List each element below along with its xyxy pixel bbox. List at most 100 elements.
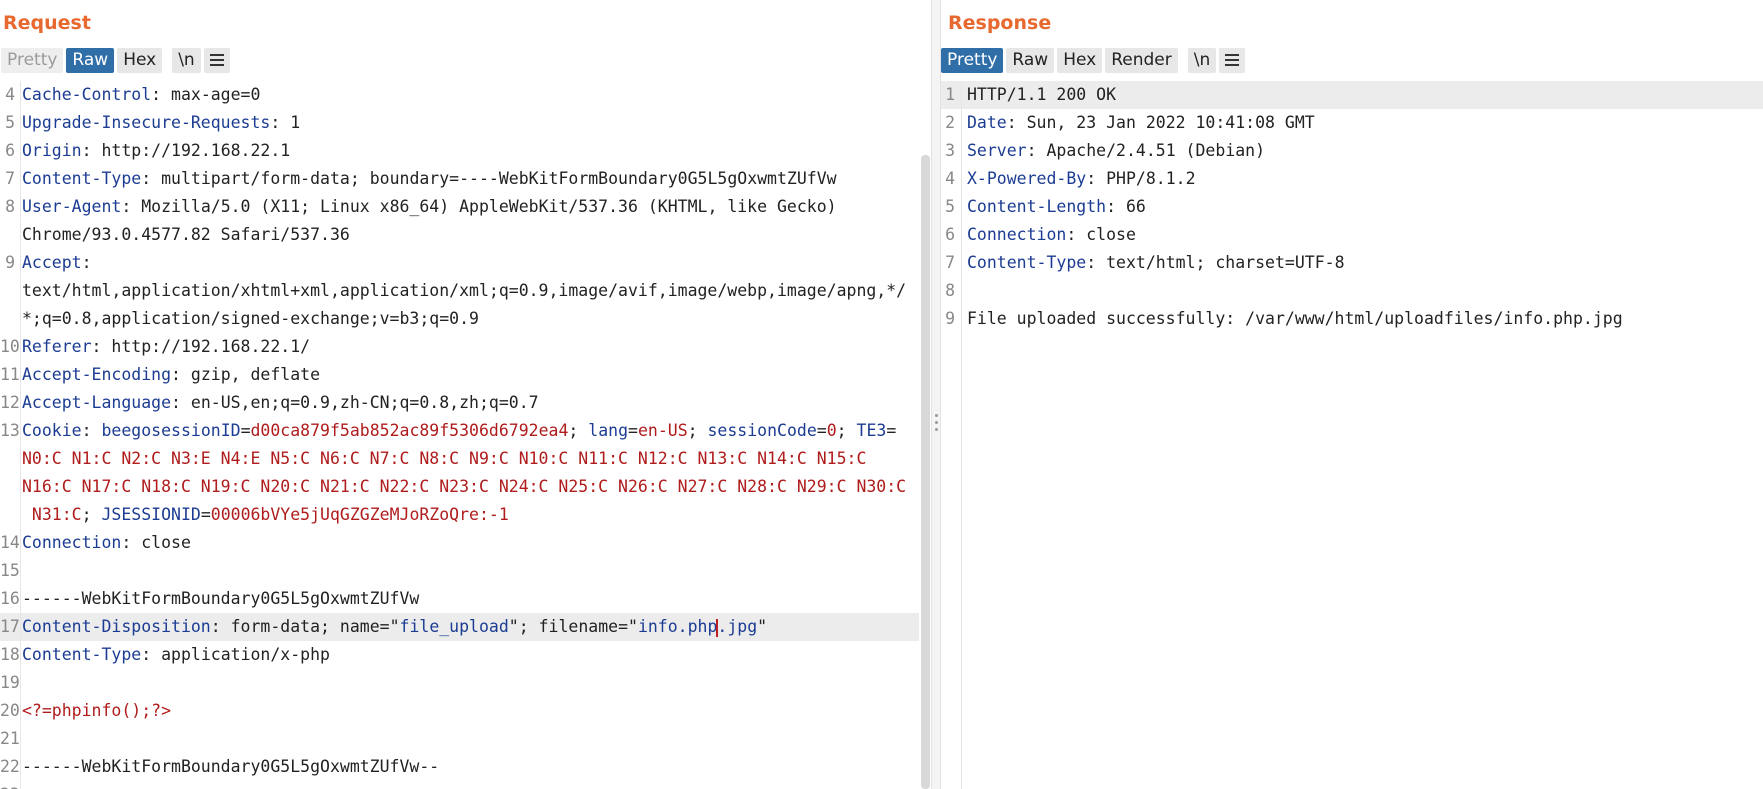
- cookie-value: d00ca879f5ab852ac89f5306d6792ea4: [250, 421, 569, 440]
- response-pretty-tab[interactable]: Pretty: [941, 48, 1004, 73]
- cookie-name: JSESSIONID: [101, 505, 201, 524]
- hamburger-menu-icon: [209, 51, 224, 69]
- header-value: http://192.168.22.1/: [111, 337, 311, 356]
- header-value: gzip, deflate: [190, 365, 321, 384]
- header-value: Mozilla/5.0 (X11; Linux x86_64) AppleWeb…: [141, 197, 837, 216]
- header-name: Accept-Language: [22, 393, 172, 412]
- header-value: 66: [1125, 197, 1146, 216]
- response-menu-button[interactable]: [1219, 48, 1246, 73]
- header-name: Accept-Encoding: [22, 365, 172, 384]
- header-name: X-Powered-By: [967, 169, 1087, 188]
- filename-extension: .jpg: [717, 617, 758, 636]
- cookie-value: N16:C N17:C N18:C N19:C N20:C N21:C N22:…: [22, 477, 907, 496]
- header-value: PHP/8.1.2: [1106, 169, 1196, 188]
- splitter-grip-icon: [935, 421, 938, 424]
- line-number: 23: [0, 781, 20, 789]
- response-render-tab[interactable]: Render: [1105, 48, 1178, 73]
- line-number: 20: [0, 701, 20, 720]
- header-value: Sun, 23 Jan 2022 10:41:08 GMT: [1026, 113, 1315, 132]
- wrapped-text: *;q=0.8,application/signed-exchange;v=b3…: [22, 309, 479, 328]
- current-line: 17 Content-Disposition: form-data; name="…: [0, 613, 919, 641]
- header-value: http://192.168.22.1: [101, 141, 291, 160]
- line-number: 17: [0, 617, 20, 636]
- line-number: 21: [0, 729, 20, 748]
- header-value: Apache/2.4.51 (Debian): [1046, 141, 1266, 160]
- current-line: 1 HTTP/1.1 200 OK: [941, 81, 1763, 109]
- field-name-value: file_upload: [399, 617, 509, 636]
- boundary-line: ------WebKitFormBoundary0G5L5gOxwmtZUfVw: [22, 589, 420, 608]
- line-number: 4: [5, 85, 15, 104]
- header-name: Connection: [22, 533, 122, 552]
- boundary-line: ------WebKitFormBoundary0G5L5gOxwmtZUfVw…: [22, 757, 440, 776]
- line-number: 11: [0, 365, 20, 384]
- cookie-name: sessionCode: [707, 421, 817, 440]
- status-line: HTTP/1.1 200 OK: [967, 85, 1117, 104]
- line-number: 18: [0, 645, 20, 664]
- request-raw-tab[interactable]: Raw: [66, 48, 115, 73]
- cookie-name: TE3: [856, 421, 887, 440]
- wrapped-text: text/html,application/xhtml+xml,applicat…: [22, 281, 907, 300]
- line-number: 2: [945, 113, 955, 132]
- header-name: Server: [967, 141, 1027, 160]
- line-number: 8: [5, 197, 15, 216]
- line-number: 8: [945, 281, 955, 300]
- cookie-value: 00006bVYe5jUqGZGZeMJoRZoQre:-1: [210, 505, 509, 524]
- line-number: 9: [5, 253, 15, 272]
- response-pane: Response Pretty Raw Hex Render \n 1 HTTP/…: [941, 0, 1763, 789]
- request-pane: Request Pretty Raw Hex \n 4 Cache-Control…: [0, 0, 931, 789]
- request-hex-tab[interactable]: Hex: [117, 48, 163, 73]
- request-menu-button[interactable]: [203, 48, 230, 73]
- hamburger-menu-icon: [1225, 51, 1240, 69]
- line-number: 6: [945, 225, 955, 244]
- header-name: Upgrade-Insecure-Requests: [22, 113, 271, 132]
- request-pretty-tab[interactable]: Pretty: [1, 48, 64, 73]
- header-value: close: [1086, 225, 1136, 244]
- php-payload: <?=phpinfo();?>: [22, 701, 172, 720]
- line-number: 19: [0, 673, 20, 692]
- splitter-grip-icon: [935, 414, 938, 417]
- filename-value: info.php: [637, 617, 718, 636]
- line-number: 15: [0, 561, 20, 580]
- response-gutter-divider: [961, 81, 962, 789]
- response-newline-toggle[interactable]: \n: [1187, 48, 1217, 73]
- header-name: Origin: [22, 141, 82, 160]
- cookie-name: beegosessionID: [101, 421, 241, 440]
- line-number: 13: [0, 421, 20, 440]
- response-raw-tab[interactable]: Raw: [1006, 48, 1055, 73]
- header-name: User-Agent: [22, 197, 122, 216]
- response-hex-tab[interactable]: Hex: [1057, 48, 1103, 73]
- request-scrollbar[interactable]: [921, 155, 930, 789]
- cookie-value: 0: [826, 421, 837, 440]
- header-name: Date: [967, 113, 1007, 132]
- cookie-value: N31:C: [22, 505, 82, 524]
- header-value: text/html; charset=UTF-8: [1106, 253, 1345, 272]
- request-title: Request: [3, 12, 91, 34]
- response-body: File uploaded successfully: /var/www/htm…: [967, 309, 1623, 328]
- response-editor[interactable]: 1 HTTP/1.1 200 OK 2 Date: Sun, 23 Jan 2022…: [941, 81, 1763, 789]
- line-number: 5: [5, 113, 15, 132]
- header-name: Content-Type: [967, 253, 1087, 272]
- response-toolbar: Pretty Raw Hex Render \n: [941, 48, 1246, 73]
- header-name: Connection: [967, 225, 1067, 244]
- request-newline-toggle[interactable]: \n: [172, 48, 201, 73]
- header-value: 1: [290, 113, 301, 132]
- header-name: Content-Length: [967, 197, 1107, 216]
- line-number: 1: [945, 85, 955, 104]
- request-editor[interactable]: 4 Cache-Control: max-age=0 5 Upgrade-Insec…: [0, 81, 931, 789]
- line-number: 14: [0, 533, 20, 552]
- header-name: Content-Type: [22, 169, 142, 188]
- pane-splitter[interactable]: [931, 0, 941, 789]
- header-name: Content-Type: [22, 645, 142, 664]
- line-number: 22: [0, 757, 20, 776]
- line-number: 3: [945, 141, 955, 160]
- line-number: 16: [0, 589, 20, 608]
- splitter-grip-icon: [935, 428, 938, 431]
- cookie-value: en-US: [637, 421, 688, 440]
- line-number: 7: [945, 253, 955, 272]
- header-value: application/x-php: [161, 645, 330, 664]
- line-number: 9: [945, 309, 955, 328]
- cookie-name: lang: [588, 421, 629, 440]
- header-name: Cookie: [22, 421, 82, 440]
- response-title: Response: [948, 12, 1052, 34]
- header-name: Referer: [22, 337, 92, 356]
